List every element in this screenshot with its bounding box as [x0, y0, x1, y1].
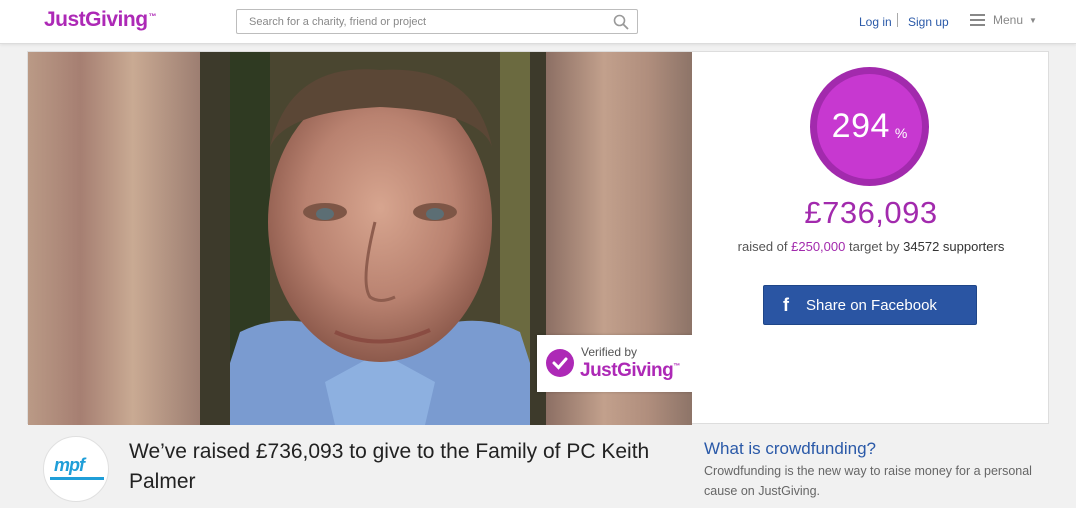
percent-value: 294: [831, 107, 890, 145]
target-amount: £250,000: [791, 239, 846, 254]
chevron-down-icon: ▼: [1029, 15, 1037, 25]
share-facebook-label: Share on Facebook: [806, 296, 937, 314]
check-circle-icon: [546, 349, 574, 377]
login-link[interactable]: Log in: [859, 15, 892, 29]
signup-link[interactable]: Sign up: [908, 15, 949, 29]
charity-logo-underline: [50, 477, 104, 480]
crowdfunding-description: Crowdfunding is the new way to raise mon…: [704, 464, 1032, 498]
portrait-image: [200, 52, 546, 425]
page-title: We’ve raised £736,093 to give to the Fam…: [129, 440, 650, 493]
menu-button[interactable]: Menu ▼: [970, 13, 1037, 27]
charity-avatar[interactable]: mpf: [43, 436, 109, 502]
hero-photo: Verified by JustGiving™: [28, 52, 692, 425]
crowdfunding-link[interactable]: What is crowdfunding?: [704, 439, 876, 459]
site-header: JustGiving™ Log in Sign up Menu ▼: [0, 0, 1076, 44]
photo-blur-left: [28, 52, 203, 425]
verified-badge: Verified by JustGiving™: [537, 335, 692, 392]
menu-label: Menu: [993, 13, 1024, 27]
percent-sign: %: [894, 124, 908, 141]
progress-circle: 294 %: [810, 67, 929, 186]
justgiving-logo[interactable]: JustGiving™: [44, 8, 157, 32]
supporters-count: 34572 supporters: [903, 239, 1005, 254]
facebook-icon: f: [783, 294, 789, 315]
portrait-figure: [230, 52, 530, 425]
raised-amount: £736,093: [804, 195, 938, 230]
fundraising-card: Verified by JustGiving™ 294 % £736,093 r…: [27, 51, 1049, 425]
search-box[interactable]: [236, 9, 638, 34]
verified-by-text: Verified by: [581, 345, 638, 359]
share-facebook-button[interactable]: f Share on Facebook: [763, 285, 977, 325]
charity-logo-text: mpf: [54, 455, 85, 475]
hamburger-icon: [970, 14, 985, 26]
verified-brand: JustGiving™: [580, 360, 680, 381]
nav-divider: [897, 13, 898, 27]
search-icon[interactable]: [613, 14, 629, 30]
search-input[interactable]: [237, 10, 597, 33]
raised-summary: raised of £250,000 target by 34572 suppo…: [737, 239, 1005, 254]
